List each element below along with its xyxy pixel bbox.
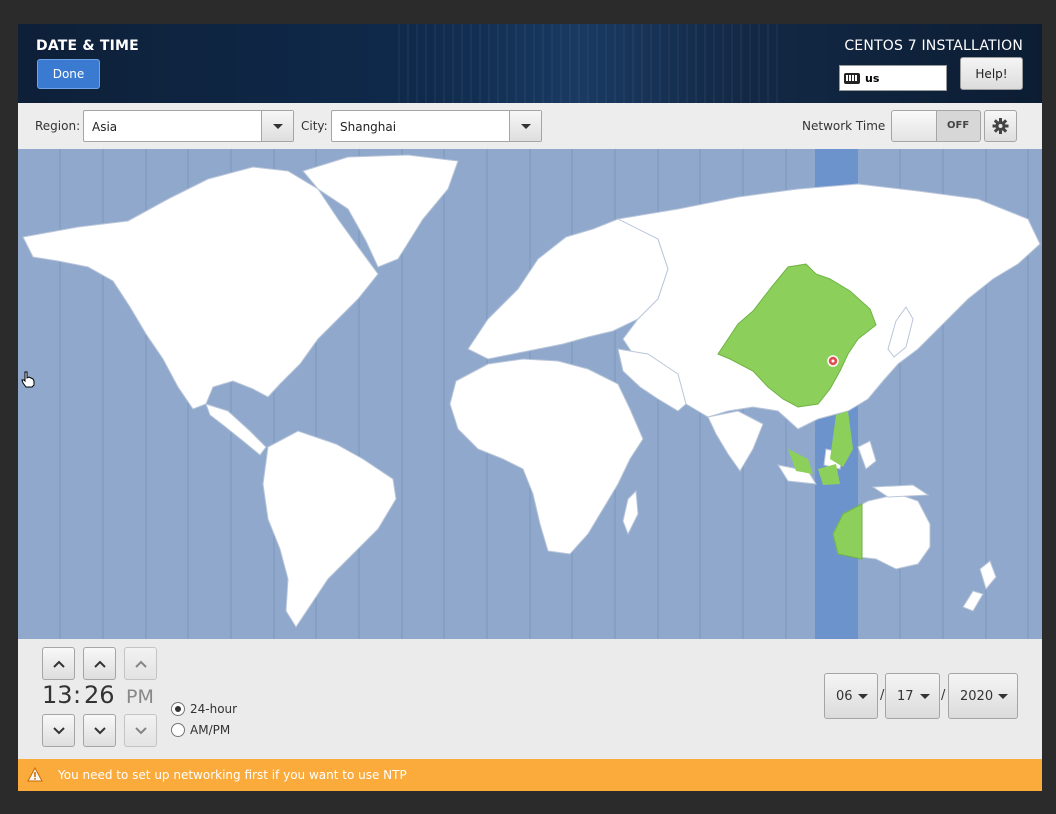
network-time-label: Network Time bbox=[802, 119, 886, 133]
timezone-map[interactable] bbox=[18, 149, 1042, 639]
year-value: 2020 bbox=[960, 689, 994, 704]
format-ampm-radio[interactable] bbox=[171, 723, 185, 737]
hand-cursor-icon bbox=[21, 371, 35, 388]
chevron-up-icon bbox=[135, 660, 147, 668]
month-value: 06 bbox=[836, 689, 853, 704]
city-combobox[interactable]: Shanghai bbox=[331, 110, 542, 142]
timezone-toolbar: Region: Asia City: Shanghai Network Time… bbox=[18, 103, 1042, 149]
installation-title: CENTOS 7 INSTALLATION bbox=[844, 38, 1023, 54]
chevron-up-icon bbox=[53, 660, 65, 668]
region-label: Region: bbox=[35, 119, 81, 133]
ntp-settings-button[interactable] bbox=[984, 110, 1017, 142]
day-value: 17 bbox=[897, 689, 914, 704]
chevron-up-icon bbox=[94, 660, 106, 668]
help-button[interactable]: Help! bbox=[960, 57, 1023, 90]
world-map[interactable] bbox=[18, 149, 1042, 639]
day-dropdown[interactable]: 17 bbox=[885, 673, 940, 719]
hour-up-button[interactable] bbox=[42, 647, 75, 680]
ampm-up-button[interactable] bbox=[124, 647, 157, 680]
region-value: Asia bbox=[92, 120, 118, 134]
chevron-down-icon bbox=[920, 694, 930, 699]
keyboard-icon bbox=[844, 72, 860, 84]
region-combobox[interactable]: Asia bbox=[83, 110, 294, 142]
city-dropdown-button[interactable] bbox=[509, 111, 541, 141]
year-dropdown[interactable]: 2020 bbox=[948, 673, 1018, 719]
ampm-value: PM bbox=[126, 686, 154, 708]
chevron-down-icon bbox=[998, 694, 1008, 699]
city-label: City: bbox=[301, 119, 328, 133]
header-decoration bbox=[398, 24, 778, 103]
date-separator: / bbox=[880, 688, 885, 703]
warning-text: You need to set up networking first if y… bbox=[58, 768, 407, 782]
time-separator: : bbox=[73, 681, 82, 709]
format-24h-label: 24-hour bbox=[190, 702, 238, 716]
hour-down-button[interactable] bbox=[42, 714, 75, 747]
switch-knob[interactable] bbox=[892, 111, 937, 141]
minute-up-button[interactable] bbox=[83, 647, 116, 680]
month-dropdown[interactable]: 06 bbox=[824, 673, 878, 719]
chevron-down-icon bbox=[135, 727, 147, 735]
keyboard-layout-indicator[interactable]: us bbox=[839, 65, 947, 91]
chevron-down-icon bbox=[521, 124, 531, 129]
minutes-value: 26 bbox=[84, 681, 115, 709]
warning-icon bbox=[27, 767, 43, 782]
region-dropdown-button[interactable] bbox=[261, 111, 293, 141]
continents bbox=[22, 154, 1041, 628]
page-title: DATE & TIME bbox=[36, 38, 139, 54]
warning-bar: You need to set up networking first if y… bbox=[18, 759, 1042, 791]
format-24h-radio[interactable] bbox=[171, 702, 185, 716]
gear-icon bbox=[992, 118, 1009, 134]
format-ampm-label: AM/PM bbox=[190, 723, 231, 737]
chevron-down-icon bbox=[858, 694, 868, 699]
done-button[interactable]: Done bbox=[37, 59, 100, 89]
hours-value: 13 bbox=[42, 681, 73, 709]
network-time-state: OFF bbox=[947, 120, 970, 131]
keyboard-layout-label: us bbox=[865, 71, 880, 85]
header-bar: DATE & TIME Done CENTOS 7 INSTALLATION u… bbox=[18, 24, 1042, 103]
chevron-down-icon bbox=[273, 124, 283, 129]
minute-down-button[interactable] bbox=[83, 714, 116, 747]
date-time-window: DATE & TIME Done CENTOS 7 INSTALLATION u… bbox=[18, 24, 1042, 791]
date-separator: / bbox=[941, 688, 946, 703]
network-time-switch[interactable]: OFF bbox=[891, 110, 981, 142]
chevron-down-icon bbox=[94, 727, 106, 735]
city-value: Shanghai bbox=[340, 120, 397, 134]
chevron-down-icon bbox=[53, 727, 65, 735]
ampm-down-button[interactable] bbox=[124, 714, 157, 747]
city-marker-shanghai[interactable] bbox=[827, 355, 839, 367]
time-date-panel: 13 : 26 PM 24-hour AM/PM 06 / 17 / 2020 bbox=[18, 639, 1042, 759]
